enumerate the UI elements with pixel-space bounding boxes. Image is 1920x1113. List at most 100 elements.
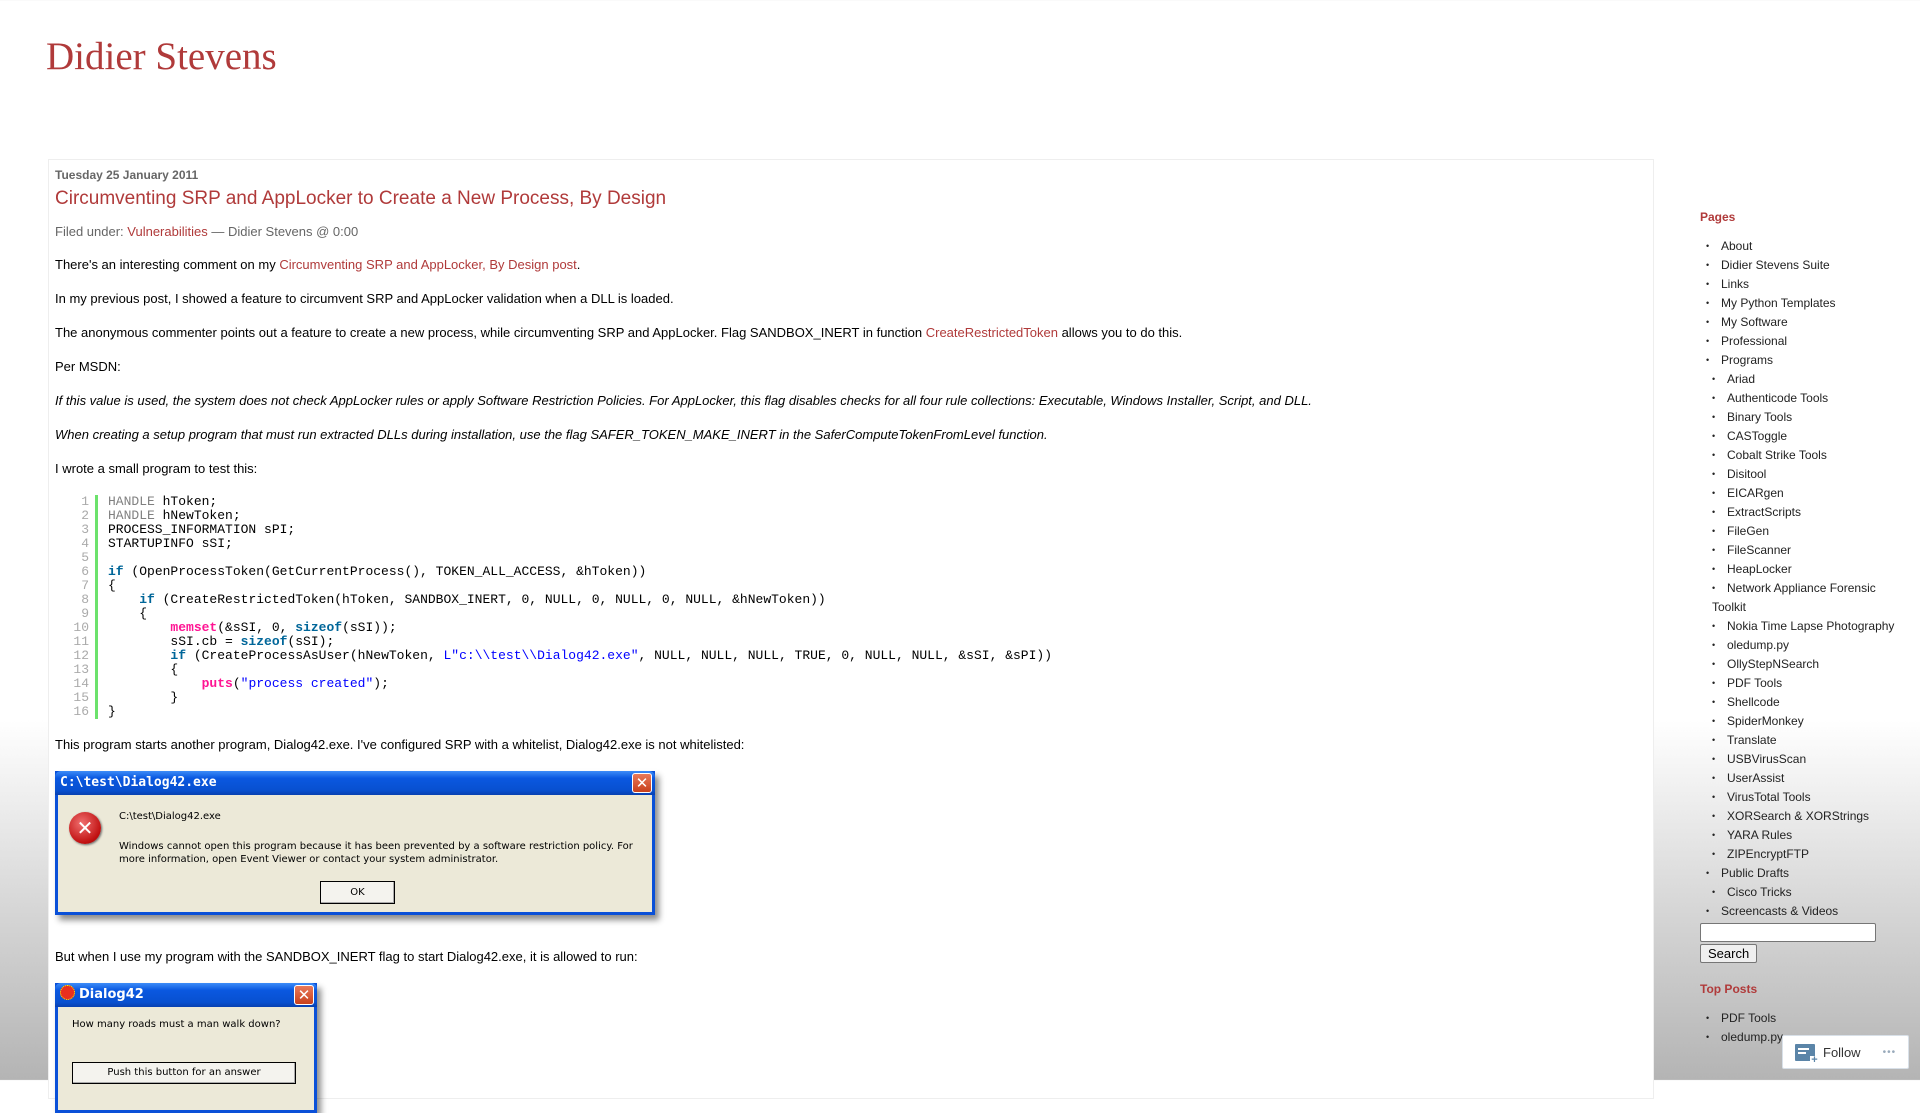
sidebar-page-link[interactable]: • FileGen xyxy=(1700,522,1910,541)
app-icon xyxy=(60,985,75,1000)
sidebar-page-link[interactable]: • XORSearch & XORStrings xyxy=(1700,807,1910,826)
site-title[interactable]: Didier Stevens xyxy=(46,34,277,79)
bullet-icon: • xyxy=(1706,279,1710,289)
sidebar-page-link[interactable]: • VirusTotal Tools xyxy=(1700,788,1910,807)
code-token: (CreateProcessAsUser(hNewToken, xyxy=(186,648,444,663)
code-token: HANDLE xyxy=(108,494,155,509)
sidebar-page-link[interactable]: • EICARgen xyxy=(1700,484,1910,503)
sidebar-page-link[interactable]: • Programs xyxy=(1700,351,1910,370)
code-token: L"c:\\test\\Dialog42.exe" xyxy=(443,648,639,663)
sidebar-page-link[interactable]: • Translate xyxy=(1700,731,1910,750)
sidebar-page-label: YARA Rules xyxy=(1727,828,1793,842)
sidebar-page-link[interactable]: • Network Appliance Forensic Toolkit xyxy=(1700,579,1910,617)
sidebar-page-link[interactable]: • FileScanner xyxy=(1700,541,1910,560)
sidebar-page-link[interactable]: • My Python Templates xyxy=(1700,294,1910,313)
category-link[interactable]: Vulnerabilities xyxy=(127,224,207,239)
close-icon[interactable]: ✕ xyxy=(294,985,314,1005)
sidebar-page-label: Authenticode Tools xyxy=(1727,391,1829,405)
code-token: puts xyxy=(201,676,233,691)
bullet-icon: • xyxy=(1712,754,1716,764)
dialog-path: C:\test\Dialog42.exe xyxy=(119,811,221,822)
sidebar-page-label: FileScanner xyxy=(1727,543,1792,557)
more-options-icon[interactable]: ••• xyxy=(1883,1047,1897,1058)
sidebar-page-link[interactable]: • Shellcode xyxy=(1700,693,1910,712)
sidebar-page-link[interactable]: • Nokia Time Lapse Photography xyxy=(1700,617,1910,636)
close-icon[interactable]: ✕ xyxy=(632,773,652,793)
sidebar-page-link[interactable]: • SpiderMonkey xyxy=(1700,712,1910,731)
sidebar-page-link[interactable]: • Links xyxy=(1700,275,1910,294)
code-token: "process created" xyxy=(240,676,374,691)
sidebar-page-link[interactable]: • HeapLocker xyxy=(1700,560,1910,579)
sidebar-page-link[interactable]: • CASToggle xyxy=(1700,427,1910,446)
search-input[interactable] xyxy=(1700,923,1876,942)
sidebar-page-link[interactable]: • PDF Tools xyxy=(1700,674,1910,693)
previous-post-link[interactable]: Circumventing SRP and AppLocker, By Desi… xyxy=(279,257,576,272)
bullet-icon: • xyxy=(1712,412,1716,422)
top-post-link[interactable]: • PDF Tools xyxy=(1700,1009,1910,1028)
bullet-icon: • xyxy=(1712,849,1716,859)
sidebar-page-label: CASToggle xyxy=(1727,429,1788,443)
code-token: } xyxy=(108,704,116,719)
sidebar-page-link[interactable]: • USBVirusScan xyxy=(1700,750,1910,769)
dialog42-title: Dialog42 xyxy=(79,987,144,1002)
code-line: memset(&sSI, 0, sizeof(sSI)); xyxy=(108,621,1052,635)
code-block: 1 2 3 4 5 6 7 8 9 10 11 12 13 14 15 16 HANDLE hToken; HA… xyxy=(67,495,1647,719)
bullet-icon: • xyxy=(1712,678,1716,688)
post-title[interactable]: Circumventing SRP and AppLocker to Creat… xyxy=(55,188,1647,210)
sidebar-page-link[interactable]: • Binary Tools xyxy=(1700,408,1910,427)
line-number: 11 xyxy=(73,634,89,649)
sidebar-page-link[interactable]: • Professional xyxy=(1700,332,1910,351)
bullet-icon: • xyxy=(1712,811,1716,821)
post-meta: Filed under: Vulnerabilities — Didier St… xyxy=(55,224,1647,239)
search-button[interactable]: Search xyxy=(1700,944,1758,963)
code-token: sizeof xyxy=(295,620,343,635)
sidebar-page-label: FileGen xyxy=(1727,524,1770,538)
byline: — Didier Stevens @ 0:00 xyxy=(211,224,359,239)
sidebar-page-link[interactable]: • Cobalt Strike Tools xyxy=(1700,446,1910,465)
sidebar-page-label: Screencasts & Videos xyxy=(1721,904,1839,918)
srp-error-dialog: C:\test\Dialog42.exe ✕ ✕ C:\test\Dialog4… xyxy=(55,771,655,915)
sidebar-page-link[interactable]: • Cisco Tricks xyxy=(1700,883,1910,902)
line-number: 7 xyxy=(81,578,89,593)
sidebar-page-link[interactable]: • Public Drafts xyxy=(1700,864,1910,883)
sidebar-page-label: Shellcode xyxy=(1727,695,1780,709)
follow-button[interactable]: + Follow ••• xyxy=(1782,1035,1909,1069)
sidebar-page-link[interactable]: • ZIPEncryptFTP xyxy=(1700,845,1910,864)
top-post-label: oledump.py xyxy=(1721,1030,1784,1044)
code-line: if (CreateProcessAsUser(hNewToken, L"c:\… xyxy=(108,649,1052,663)
bullet-icon: • xyxy=(1706,868,1710,878)
sidebar-page-link[interactable]: • About xyxy=(1700,237,1910,256)
bullet-icon: • xyxy=(1712,583,1716,593)
sidebar-page-link[interactable]: • UserAssist xyxy=(1700,769,1910,788)
bullet-icon: • xyxy=(1706,260,1710,270)
sidebar-page-label: Binary Tools xyxy=(1727,410,1793,424)
ok-button[interactable]: OK xyxy=(320,881,395,904)
code-token: sizeof xyxy=(240,634,288,649)
line-number: 13 xyxy=(73,662,89,677)
sidebar-page-link[interactable]: • YARA Rules xyxy=(1700,826,1910,845)
sidebar-page-link[interactable]: • ExtractScripts xyxy=(1700,503,1910,522)
code-token: hNewToken; xyxy=(154,508,241,523)
sidebar-page-link[interactable]: • Ariad xyxy=(1700,370,1910,389)
bullet-icon: • xyxy=(1712,507,1716,517)
top-posts-heading: Top Posts xyxy=(1700,982,1758,996)
sidebar-page-link[interactable]: • Authenticode Tools xyxy=(1700,389,1910,408)
bullet-icon: • xyxy=(1712,621,1716,631)
sidebar-page-label: SpiderMonkey xyxy=(1727,714,1804,728)
sidebar-page-label: oledump.py xyxy=(1727,638,1790,652)
code-line: } xyxy=(108,705,1052,719)
createrestrictedtoken-link[interactable]: CreateRestrictedToken xyxy=(926,325,1058,340)
sidebar-page-link[interactable]: • Screencasts & Videos xyxy=(1700,902,1910,921)
sidebar-page-label: VirusTotal Tools xyxy=(1727,790,1811,804)
bullet-icon: • xyxy=(1712,792,1716,802)
answer-button[interactable]: Push this button for an answer xyxy=(72,1062,296,1084)
sidebar-page-link[interactable]: • oledump.py xyxy=(1700,636,1910,655)
sidebar-page-link[interactable]: • My Software xyxy=(1700,313,1910,332)
sidebar-page-link[interactable]: • OllyStepNSearch xyxy=(1700,655,1910,674)
sidebar-page-link[interactable]: • Disitool xyxy=(1700,465,1910,484)
dialog-titlebar: C:\test\Dialog42.exe ✕ xyxy=(55,771,655,795)
sidebar-page-link[interactable]: • Didier Stevens Suite xyxy=(1700,256,1910,275)
sidebar-page-label: PDF Tools xyxy=(1727,676,1783,690)
